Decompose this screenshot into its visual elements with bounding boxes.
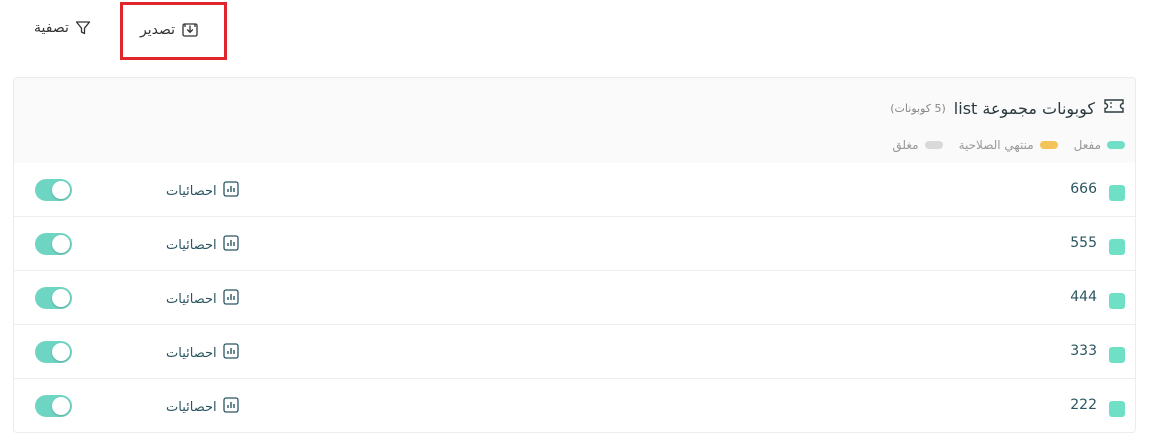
legend-item-closed: مغلق <box>892 138 943 152</box>
coupon-code: 222 <box>1070 397 1097 413</box>
legend-label-active: مفعل <box>1073 138 1101 152</box>
toggle-knob <box>52 235 70 253</box>
toggle-knob <box>52 289 70 307</box>
coupon-code: 555 <box>1070 235 1097 251</box>
bar-chart-icon <box>222 397 239 417</box>
legend-item-expired: منتهي الصلاحية <box>959 138 1058 152</box>
filter-label: تصفية <box>34 20 69 36</box>
stats-link[interactable]: احصائيات <box>166 343 239 363</box>
stats-link[interactable]: احصائيات <box>166 235 239 255</box>
legend-label-closed: مغلق <box>892 138 919 152</box>
stats-link[interactable]: احصائيات <box>166 289 239 309</box>
bar-chart-icon <box>222 235 239 255</box>
status-legend: مفعل منتهي الصلاحية مغلق <box>892 138 1125 152</box>
status-indicator <box>1109 239 1125 255</box>
coupon-toggle[interactable] <box>35 179 72 201</box>
status-indicator <box>1109 347 1125 363</box>
toggle-knob <box>52 181 70 199</box>
coupon-code: 444 <box>1070 289 1097 305</box>
stats-label: احصائيات <box>166 291 217 307</box>
bar-chart-icon <box>222 343 239 363</box>
toggle-knob <box>52 397 70 415</box>
filter-button[interactable]: تصفية <box>34 20 91 36</box>
status-indicator <box>1109 293 1125 309</box>
coupon-count: (5 كوبونات) <box>890 101 946 115</box>
stats-link[interactable]: احصائيات <box>166 397 239 417</box>
toolbar: تصفية تصدير <box>0 0 1153 70</box>
filter-icon <box>75 20 91 36</box>
stats-label: احصائيات <box>166 399 217 415</box>
coupon-toggle[interactable] <box>35 341 72 363</box>
stats-label: احصائيات <box>166 183 217 199</box>
legend-label-expired: منتهي الصلاحية <box>958 138 1034 152</box>
ticket-icon <box>1103 98 1125 118</box>
card-title-row: كوبونات مجموعة list (5 كوبونات) <box>890 98 1125 118</box>
bar-chart-icon <box>222 289 239 309</box>
coupon-row: 222 احصائيات <box>14 379 1135 432</box>
coupon-list: 666 احصائيات 555 احصائيات 444 احصائيات 3… <box>14 163 1135 432</box>
coupon-row: 666 احصائيات <box>14 163 1135 217</box>
stats-label: احصائيات <box>166 345 217 361</box>
legend-swatch-closed <box>924 141 943 149</box>
card-title: كوبونات مجموعة list <box>953 98 1095 118</box>
coupon-code: 666 <box>1070 181 1097 197</box>
coupon-row: 333 احصائيات <box>14 325 1135 379</box>
coupon-toggle[interactable] <box>35 287 72 309</box>
status-indicator <box>1109 401 1125 417</box>
coupons-card: كوبونات مجموعة list (5 كوبونات) مفعل منت… <box>13 77 1136 433</box>
bar-chart-icon <box>222 181 239 201</box>
coupon-row: 444 احصائيات <box>14 271 1135 325</box>
stats-label: احصائيات <box>166 237 217 253</box>
coupon-row: 555 احصائيات <box>14 217 1135 271</box>
legend-swatch-expired <box>1039 141 1058 149</box>
legend-item-active: مفعل <box>1074 138 1125 152</box>
card-header: كوبونات مجموعة list (5 كوبونات) مفعل منت… <box>14 78 1135 163</box>
coupon-toggle[interactable] <box>35 395 72 417</box>
status-indicator <box>1109 185 1125 201</box>
export-highlight-box <box>120 2 227 60</box>
coupon-toggle[interactable] <box>35 233 72 255</box>
stats-link[interactable]: احصائيات <box>166 181 239 201</box>
legend-swatch-active <box>1107 141 1125 149</box>
coupon-code: 333 <box>1070 343 1097 359</box>
toggle-knob <box>52 343 70 361</box>
